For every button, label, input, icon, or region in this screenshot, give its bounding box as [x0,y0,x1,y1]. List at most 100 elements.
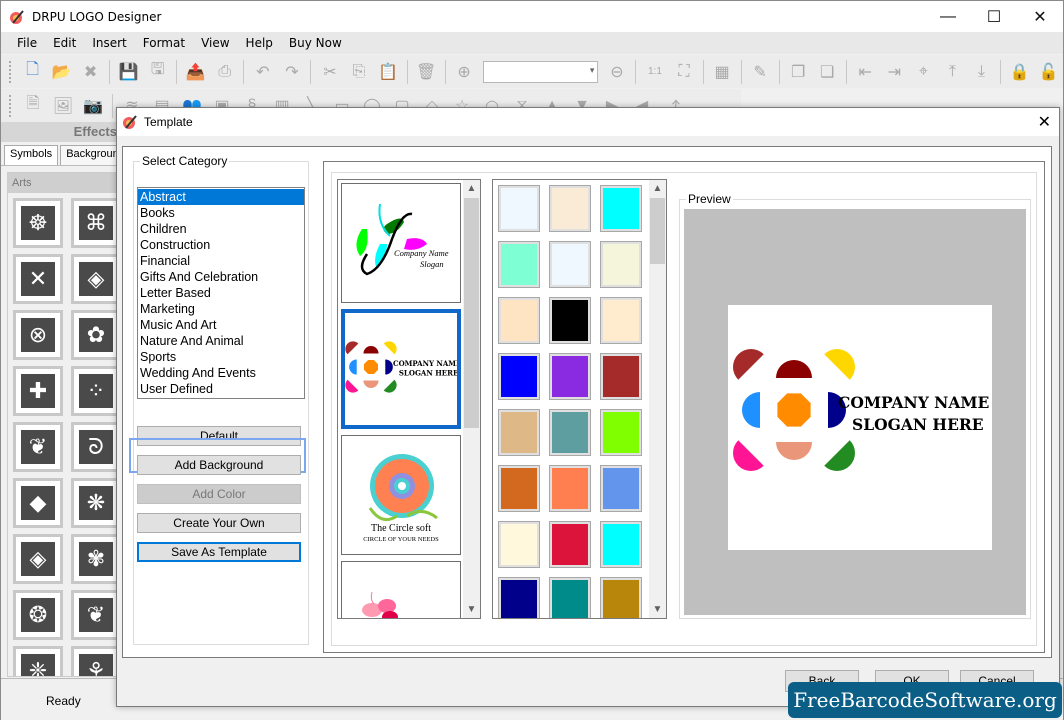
art-symbol[interactable]: ⊗ [13,310,63,360]
align-top-icon[interactable]: ⤒ [940,59,965,85]
color-swatch[interactable] [600,297,642,344]
art-symbol[interactable]: ❋ [71,478,121,528]
color-scrollbar[interactable]: ▲ ▼ [649,180,666,618]
art-symbol[interactable]: ❦ [13,422,63,472]
menu-insert[interactable]: Insert [84,36,134,50]
paste-icon[interactable]: 📋 [376,59,401,85]
color-swatch[interactable] [549,465,591,512]
art-symbol[interactable]: ❦ [71,590,121,640]
template-thumb-leaves[interactable]: Company Name Slogan [341,183,461,303]
category-item[interactable]: Marketing [138,301,304,317]
art-symbol[interactable]: ⚘ [71,646,121,676]
maximize-button[interactable]: ☐ [971,1,1017,32]
scroll-up-icon[interactable]: ▲ [463,180,480,197]
zoom-out-icon[interactable]: ⊖ [604,59,629,85]
color-swatch[interactable] [549,185,591,232]
align-bottom-icon[interactable]: ⤓ [969,59,994,85]
color-swatch[interactable] [498,185,540,232]
export-icon[interactable]: 📤 [183,59,208,85]
menu-file[interactable]: File [9,36,45,50]
actual-size-icon[interactable]: 1:1 [642,59,667,85]
category-list[interactable]: Abstract Books Children Construction Financi… [137,187,305,399]
art-symbol[interactable]: ◆ [13,478,63,528]
menu-help[interactable]: Help [238,36,281,50]
grid-icon[interactable]: ▦ [710,59,735,85]
menu-buy-now[interactable]: Buy Now [281,36,350,50]
color-swatch[interactable] [600,241,642,288]
center-icon[interactable]: ⌖ [911,59,936,85]
art-symbol[interactable]: ✕ [13,254,63,304]
undo-icon[interactable]: ↶ [250,59,275,85]
category-item[interactable]: Books [138,205,304,221]
unlock-icon[interactable]: 🔓 [1036,59,1061,85]
redo-icon[interactable]: ↷ [279,59,304,85]
scroll-down-icon[interactable]: ▼ [463,601,480,618]
copy-icon[interactable]: ⎘ [346,59,371,85]
menu-view[interactable]: View [193,36,237,50]
category-item[interactable]: Wedding And Events [138,365,304,381]
scroll-down-icon[interactable]: ▼ [649,601,666,618]
color-swatch[interactable] [600,409,642,456]
add-image-icon[interactable]: 🖼 [50,93,76,119]
bring-forward-icon[interactable]: ❐ [786,59,811,85]
menu-format[interactable]: Format [135,36,193,50]
category-item[interactable]: User Defined [138,381,304,397]
template-thumb-butterfly[interactable] [341,561,461,618]
category-item[interactable]: Construction [138,237,304,253]
color-swatch[interactable] [549,353,591,400]
cut-icon[interactable]: ✂ [317,59,342,85]
save-as-icon[interactable]: 🖫 [145,59,170,85]
save-icon[interactable]: 💾 [116,59,141,85]
tab-symbols[interactable]: Symbols [4,145,59,165]
add-background-button[interactable]: Add Background [137,455,301,475]
color-swatch[interactable] [549,241,591,288]
template-scrollbar[interactable]: ▲ ▼ [463,180,480,618]
art-symbol[interactable]: ᘐ [71,422,121,472]
art-symbol[interactable]: ❈ [13,646,63,676]
scroll-up-icon[interactable]: ▲ [649,180,666,197]
art-symbol[interactable]: ✚ [13,366,63,416]
minimize-button[interactable]: — [925,1,971,32]
art-symbol[interactable]: ⁘ [71,366,121,416]
color-swatch[interactable] [549,409,591,456]
close-button[interactable]: ✕ [1017,1,1063,32]
print-icon[interactable]: ⎙ [212,59,237,85]
color-swatch[interactable] [498,465,540,512]
category-item[interactable]: Gifts And Celebration [138,269,304,285]
scroll-thumb[interactable] [464,198,479,428]
color-swatch[interactable] [498,297,540,344]
art-symbol[interactable]: ⌘ [71,198,121,248]
create-your-own-button[interactable]: Create Your Own [137,513,301,533]
art-symbol[interactable]: ❂ [13,590,63,640]
category-item[interactable]: Financial [138,253,304,269]
color-swatch[interactable] [600,577,642,618]
color-swatch[interactable] [498,241,540,288]
color-swatch[interactable] [498,409,540,456]
lock-icon[interactable]: 🔒 [1007,59,1032,85]
art-symbol[interactable]: ✿ [71,310,121,360]
color-swatch[interactable] [549,297,591,344]
category-item[interactable]: Nature And Animal [138,333,304,349]
text-icon[interactable]: 🗎 [20,93,46,119]
category-item[interactable]: Abstract [138,189,304,205]
color-swatch[interactable] [549,521,591,568]
save-as-template-button[interactable]: Save As Template [137,542,301,562]
category-item[interactable]: Letter Based [138,285,304,301]
category-item[interactable]: Sports [138,349,304,365]
category-item[interactable]: Children [138,221,304,237]
menu-edit[interactable]: Edit [45,36,84,50]
scroll-thumb[interactable] [650,198,665,264]
art-symbol[interactable]: ☸ [13,198,63,248]
send-backward-icon[interactable]: ❏ [815,59,840,85]
zoom-combo[interactable] [482,60,599,83]
edit-icon[interactable]: ✎ [748,59,773,85]
color-swatch[interactable] [600,353,642,400]
color-swatch[interactable] [498,577,540,618]
open-folder-icon[interactable]: 📂 [49,59,74,85]
template-thumb-circle[interactable]: The Circle soft CIRCLE OF YOUR NEEDS [341,435,461,555]
art-symbol[interactable]: ◈ [13,534,63,584]
toolbar-grip[interactable] [9,60,12,83]
category-item[interactable]: Music And Art [138,317,304,333]
color-swatch[interactable] [600,465,642,512]
new-file-icon[interactable]: 🗋 [20,59,45,85]
